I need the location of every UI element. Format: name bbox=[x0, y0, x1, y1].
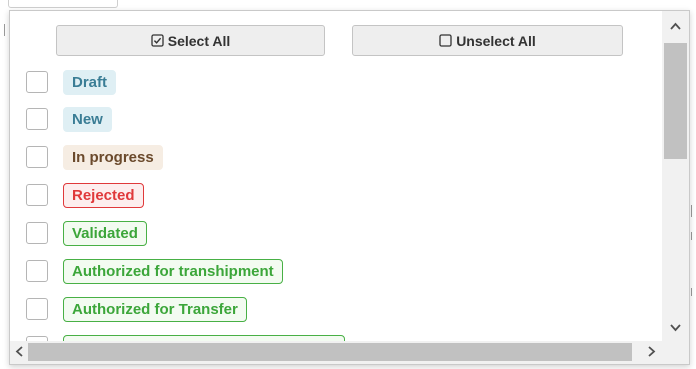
background-tab bbox=[8, 0, 118, 8]
checkbox[interactable] bbox=[26, 108, 48, 130]
status-options-list: Draft New In progress Rejected Validated… bbox=[10, 65, 662, 343]
status-option-authorized-for-transhipment[interactable]: Authorized for transhipment bbox=[10, 256, 662, 286]
status-filter-dropdown: Select All Unselect All Draft New In pro… bbox=[9, 10, 690, 365]
checkbox[interactable] bbox=[26, 298, 48, 320]
status-badge: In progress bbox=[63, 144, 163, 170]
checkbox[interactable] bbox=[26, 260, 48, 282]
status-badge: Draft bbox=[63, 69, 117, 95]
chevron-left-icon bbox=[15, 344, 23, 362]
select-all-button[interactable]: Select All bbox=[56, 25, 325, 56]
vertical-scrollbar-thumb[interactable] bbox=[664, 43, 687, 159]
unselect-all-button[interactable]: Unselect All bbox=[352, 25, 623, 56]
status-option-in-progress[interactable]: In progress bbox=[10, 142, 662, 172]
background-divider bbox=[691, 288, 692, 296]
status-option-draft[interactable]: Draft bbox=[10, 67, 662, 97]
select-all-label: Select All bbox=[167, 32, 231, 49]
scroll-left-button[interactable] bbox=[10, 342, 28, 364]
scroll-up-button[interactable] bbox=[662, 15, 689, 37]
chevron-down-icon bbox=[670, 319, 681, 337]
status-badge: Authorized for transhipment bbox=[63, 258, 283, 284]
chevron-right-icon bbox=[648, 344, 656, 362]
scroll-right-button[interactable] bbox=[640, 342, 664, 364]
empty-square-icon bbox=[439, 34, 452, 47]
scroll-down-button[interactable] bbox=[662, 317, 689, 339]
status-option-rejected[interactable]: Rejected bbox=[10, 180, 662, 210]
status-badge: New bbox=[63, 106, 112, 132]
status-option-validated[interactable]: Validated bbox=[10, 218, 662, 248]
status-option-authorized-for-transfer[interactable]: Authorized for Transfer bbox=[10, 294, 662, 324]
horizontal-scrollbar[interactable] bbox=[10, 341, 689, 364]
status-badge: Rejected bbox=[63, 182, 144, 208]
status-badge: Authorized for Transfer bbox=[63, 296, 247, 322]
checkbox[interactable] bbox=[26, 184, 48, 206]
vertical-scrollbar[interactable] bbox=[662, 11, 689, 343]
background-divider bbox=[4, 24, 5, 36]
chevron-up-icon bbox=[670, 17, 681, 35]
unselect-all-label: Unselect All bbox=[456, 32, 536, 49]
status-option-new[interactable]: New bbox=[10, 104, 662, 134]
checked-square-icon bbox=[151, 34, 164, 47]
checkbox[interactable] bbox=[26, 146, 48, 168]
checkbox[interactable] bbox=[26, 71, 48, 93]
horizontal-scrollbar-thumb[interactable] bbox=[28, 343, 632, 361]
background-divider bbox=[691, 232, 692, 240]
checkbox[interactable] bbox=[26, 222, 48, 244]
status-badge: Validated bbox=[63, 220, 147, 246]
page: Select All Unselect All Draft New In pro… bbox=[0, 0, 696, 369]
background-divider bbox=[691, 205, 692, 217]
